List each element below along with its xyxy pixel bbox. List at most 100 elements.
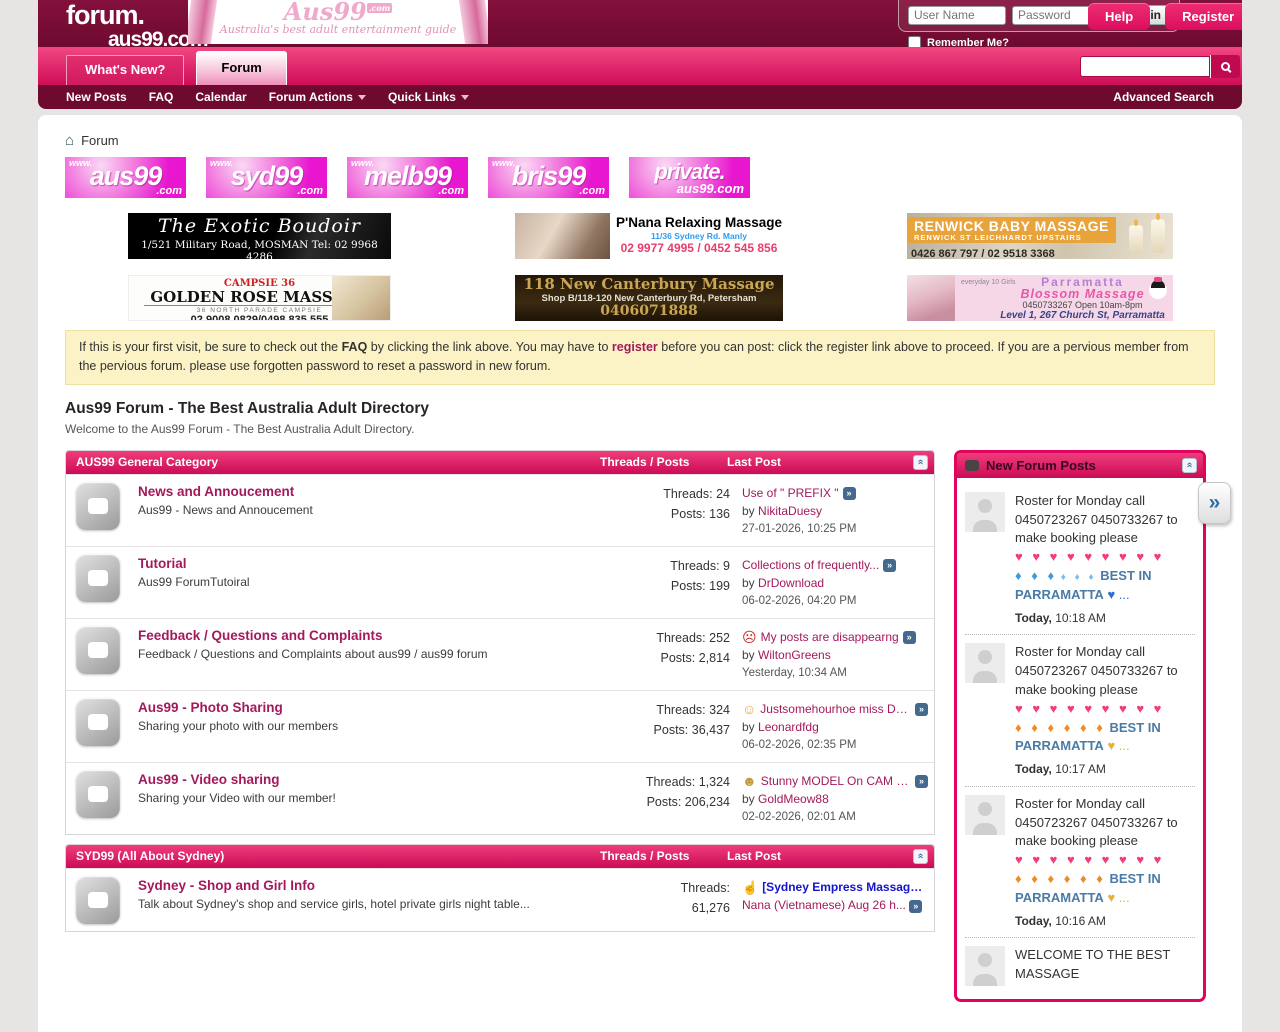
avatar[interactable] <box>965 946 1005 986</box>
banner-syd99[interactable]: www. syd99 .com <box>206 157 327 198</box>
by-label: by <box>742 720 755 734</box>
ad-blossom-massage[interactable]: everyday 10 Girls Parramatta Blossom Mas… <box>907 275 1173 321</box>
ad-canterbury-massage[interactable]: 118 New Canterbury Massage Shop B/118-12… <box>515 275 783 321</box>
search-input[interactable] <box>1080 56 1210 77</box>
last-post-user[interactable]: WiltonGreens <box>758 648 831 662</box>
post-link[interactable]: WELCOME TO THE BEST MASSAGE <box>1015 947 1170 981</box>
banner-private-aus99[interactable]: private. aus99.com <box>629 157 750 198</box>
posts-count: Posts: 206,234 <box>580 792 730 812</box>
home-icon[interactable]: ⌂ <box>65 133 74 148</box>
content-area: ⌂ Forum www. aus99 .com www. syd99 .com … <box>38 115 1242 1032</box>
sidebar-collapse-button[interactable]: » <box>1182 458 1197 473</box>
goto-last-post-icon[interactable]: » <box>909 900 922 913</box>
last-post-link[interactable]: Collections of frequently... <box>742 556 879 575</box>
forum-description: Aus99 - News and Annoucement <box>138 503 580 517</box>
ad-golden-rose-massage[interactable]: CAMPSIE 36 GOLDEN ROSE MASSAGE 36 NORTH … <box>128 275 391 321</box>
tab-whats-new[interactable]: What's New? <box>66 55 184 85</box>
forum-link[interactable]: Aus99 - Photo Sharing <box>138 700 580 715</box>
forum-link[interactable]: Aus99 - Video sharing <box>138 772 580 787</box>
avatar[interactable] <box>965 795 1005 835</box>
category-syd99: SYD99 (All About Sydney) Threads / Posts… <box>65 844 935 932</box>
forum-link[interactable]: News and Annoucement <box>138 484 580 499</box>
page-title: Aus99 Forum - The Best Australia Adult D… <box>65 400 1215 418</box>
ad-photo <box>515 213 610 259</box>
advanced-search-link[interactable]: Advanced Search <box>1113 90 1214 104</box>
notice-text: by clicking the link above. You may have… <box>367 340 612 354</box>
sidebar-title: New Forum Posts <box>986 458 1175 473</box>
menu-calendar[interactable]: Calendar <box>195 90 246 104</box>
ad-phone: 02 9977 4995 / 0452 545 856 <box>615 241 783 256</box>
last-post-link[interactable]: My posts are disappearng <box>761 628 899 647</box>
last-post-user[interactable]: GoldMeow88 <box>758 792 829 806</box>
menu-forum-actions-label: Forum Actions <box>269 90 353 104</box>
faq-link[interactable]: FAQ <box>342 340 368 354</box>
goto-last-post-icon[interactable]: » <box>903 631 916 644</box>
threads-count: Threads: 324 <box>580 700 730 720</box>
forum-link[interactable]: Sydney - Shop and Girl Info <box>138 878 580 893</box>
post-link[interactable]: Roster for Monday call 0450723267 045073… <box>1015 493 1178 546</box>
avatar[interactable] <box>965 643 1005 683</box>
post-link[interactable]: Roster for Monday call 0450723267 045073… <box>1015 644 1178 697</box>
sidebar-expand-button[interactable]: » <box>1198 482 1231 524</box>
by-label: by <box>742 648 755 662</box>
last-post-link[interactable]: Justsomehourhoe miss Dahlia... <box>760 700 911 719</box>
menu-forum-actions[interactable]: Forum Actions <box>269 90 366 104</box>
last-post-date: 06-02-2026, 02:35 PM <box>742 737 928 755</box>
last-post-link[interactable]: [Sydney Empress Massage 69] <box>762 878 928 897</box>
menu-new-posts[interactable]: New Posts <box>66 90 127 104</box>
caret-down-icon <box>358 95 366 100</box>
last-post-link[interactable]: Use of " PREFIX " <box>742 484 839 503</box>
last-post-cell: ☝[Sydney Empress Massage 69] Nana (Vietn… <box>730 876 928 924</box>
ad-address: 1/521 Military Road, MOSMAN Tel: 02 9968… <box>128 239 391 259</box>
ad-banner-grid: The Exotic Boudoir 1/521 Military Road, … <box>65 213 1215 321</box>
register-button[interactable]: Register <box>1165 3 1242 30</box>
ad-pnana-massage[interactable]: P'Nana Relaxing Massage 11/36 Sydney Rd.… <box>515 213 783 259</box>
forum-stats: Threads: 61,276 <box>580 876 730 924</box>
last-post-user[interactable]: NikitaDuesy <box>758 504 822 518</box>
post-time: Today, 10:18 AM <box>1015 610 1195 627</box>
forum-description: Talk about Sydney's shop and service gir… <box>138 897 580 911</box>
ad-note: everyday 10 Girls <box>961 279 1015 287</box>
breadcrumb-forum[interactable]: Forum <box>81 133 119 148</box>
collapse-button[interactable]: » <box>913 849 928 864</box>
register-link[interactable]: register <box>612 340 658 354</box>
banner-aus99[interactable]: www. aus99 .com <box>65 157 186 198</box>
avatar[interactable] <box>965 492 1005 532</box>
forum-link[interactable]: Feedback / Questions and Complaints <box>138 628 580 643</box>
menu-faq[interactable]: FAQ <box>149 90 174 104</box>
ad-exotic-boudoir[interactable]: The Exotic Boudoir 1/521 Military Road, … <box>128 213 391 259</box>
column-threads-posts: Threads / Posts <box>565 455 715 469</box>
by-label: by <box>742 504 755 518</box>
goto-last-post-icon[interactable]: » <box>883 559 896 572</box>
collapse-button[interactable]: » <box>913 455 928 470</box>
forum-link[interactable]: Tutorial <box>138 556 580 571</box>
help-button[interactable]: Help <box>1088 3 1150 30</box>
threads-count: Threads: 1,324 <box>580 772 730 792</box>
last-post-date: 02-02-2026, 02:01 AM <box>742 809 928 827</box>
goto-last-post-icon[interactable]: » <box>843 487 856 500</box>
goto-last-post-icon[interactable]: » <box>915 775 928 788</box>
header-ad-banner[interactable]: Aus99.com Australia's best adult enterta… <box>188 0 488 44</box>
username-field[interactable] <box>908 6 1006 25</box>
banner-bris99[interactable]: www. bris99 .com <box>488 157 609 198</box>
menu-quick-links[interactable]: Quick Links <box>388 90 469 104</box>
last-post-link[interactable]: Stunny MODEL On CAM SANA <box>761 772 911 791</box>
forum-description: Sharing your photo with our members <box>138 719 580 733</box>
goto-last-post-icon[interactable]: » <box>915 703 928 716</box>
banner-melb99[interactable]: www. melb99 .com <box>347 157 468 198</box>
last-post-date: Yesterday, 10:34 AM <box>742 665 928 683</box>
last-post-user[interactable]: Leonardfdg <box>758 720 819 734</box>
forum-stats: Threads: 24 Posts: 136 <box>580 482 730 539</box>
last-post-link-line2[interactable]: Nana (Vietnamese) Aug 26 h... <box>742 898 906 912</box>
category-title[interactable]: AUS99 General Category <box>76 455 565 469</box>
post-link[interactable]: Roster for Monday call 0450723267 045073… <box>1015 796 1178 849</box>
tab-forum[interactable]: Forum <box>196 51 286 85</box>
nav-tabs: What's New? Forum <box>66 51 287 85</box>
search-button[interactable] <box>1210 55 1240 78</box>
category-title[interactable]: SYD99 (All About Sydney) <box>76 849 565 863</box>
last-post-user[interactable]: DrDownload <box>758 576 824 590</box>
cool-emoji-icon: ☻ <box>742 774 757 788</box>
ad-renwick-massage[interactable]: RENWICK BABY MASSAGE RENWICK ST LEICHHAR… <box>907 213 1173 259</box>
site-logo[interactable]: forum. aus99.com <box>66 2 208 50</box>
column-threads-posts: Threads / Posts <box>565 849 715 863</box>
